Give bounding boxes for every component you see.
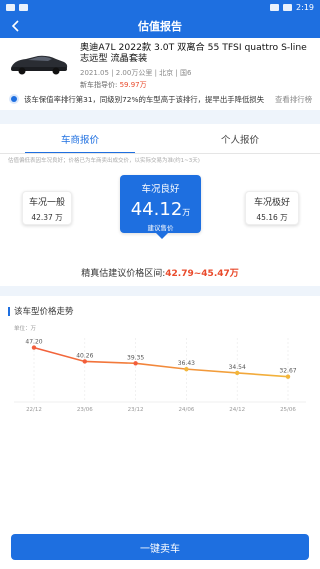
chart-x-tick: 23/12 [128, 407, 144, 413]
sell-car-button[interactable]: 一键卖车 [11, 534, 309, 560]
rank-link[interactable]: 查看排行榜 [275, 94, 312, 105]
condition-excellent-price: 45.16 万 [256, 213, 288, 222]
condition-fair-card[interactable]: 车况一般 42.37 万 [22, 191, 72, 225]
page-title: 估值报告 [138, 20, 182, 33]
condition-good-price-value: 44.12 [130, 199, 183, 220]
chart-point-label: 47.20 [25, 339, 42, 346]
tab-dealer-quote[interactable]: 车商报价 [0, 124, 160, 154]
divider-band [0, 110, 320, 124]
trend-title-text: 该车型价格走势 [14, 307, 74, 317]
medal-icon [9, 94, 19, 104]
chart-point [82, 359, 88, 364]
condition-excellent-label: 车况极好 [253, 198, 290, 208]
chart-x-tick: 23/06 [77, 407, 93, 413]
price-range-value: 42.79~45.47万 [165, 269, 239, 279]
car-meta: 2021.05 | 2.00万公里 | 北京 | 国6 [80, 69, 192, 77]
app-icon [19, 3, 28, 11]
condition-good-label: 车况良好 [141, 184, 180, 195]
new-car-price-value: 59.97万 [119, 81, 147, 89]
status-time: 2:19 [296, 2, 314, 12]
nav-bar: 估值报告 [0, 14, 320, 38]
chart-point [285, 374, 291, 379]
condition-fair-price: 42.37 万 [31, 213, 63, 222]
new-car-price: 新车指导价: 59.97万 [80, 80, 312, 90]
condition-excellent-card[interactable]: 车况极好 45.16 万 [245, 191, 299, 225]
price-range: 精真估建议价格区间:42.79~45.47万 [0, 266, 320, 279]
chart-series-line [33, 346, 289, 378]
status-bar: 2:19 [0, 0, 320, 14]
chart-point-label: 40.26 [76, 352, 93, 359]
price-range-label: 精真估建议价格区间: [81, 269, 166, 279]
tab-personal-quote[interactable]: 个人报价 [160, 124, 320, 154]
valuation-note: 估值偏低表因车况良好；价格已为车商卖出成交价，以实际交易为准(约1~3天) [8, 158, 200, 164]
car-name: 奥迪A7L 2022款 3.0T 双离合 55 TFSI quattro S-l… [80, 42, 307, 64]
chart-point-label: 32.67 [279, 368, 296, 375]
quote-tabs: 车商报价 个人报价 [0, 124, 320, 154]
wifi-icon [270, 3, 280, 11]
car-image [11, 55, 68, 75]
rank-bar[interactable]: 该车保值率排行第31，同级别72%的车型高于该排行，提早出手降低损失 查看排行榜 [0, 90, 320, 108]
chart-x-tick: 25/06 [280, 407, 296, 413]
chart-x-tick: 24/12 [229, 407, 245, 413]
condition-good-sub: 建议售价 [147, 224, 174, 232]
title-accent-bar [8, 306, 10, 316]
divider-band-2 [0, 286, 320, 296]
trend-section-title: 该车型价格走势 [8, 305, 74, 317]
chart-point-label: 34.54 [229, 364, 246, 371]
condition-good-price: 44.12万 [120, 199, 201, 220]
condition-good-price-unit: 万 [182, 208, 191, 217]
chart-point-label: 39.35 [127, 354, 144, 361]
chart-x-tick: 22/12 [26, 407, 42, 413]
chart-unit-label: 单位：万 [14, 324, 37, 332]
chart-x-tick: 24/06 [178, 407, 194, 413]
back-button[interactable] [6, 16, 26, 36]
chart-point [31, 345, 37, 350]
new-car-price-label: 新车指导价: [80, 81, 118, 89]
notification-icon [6, 3, 15, 11]
tabs-divider [0, 153, 320, 154]
condition-good-card[interactable]: 车况良好 44.12万 建议售价 [120, 175, 201, 239]
rank-text: 该车保值率排行第31，同级别72%的车型高于该排行，提早出手降低损失 [24, 94, 265, 104]
chevron-left-icon [11, 20, 19, 32]
battery-icon [283, 3, 293, 11]
chart-point-label: 36.43 [178, 360, 195, 367]
price-trend-chart: 单位：万 47.20 40.26 39.35 36.43 34.54 32.67 22/1… [14, 324, 306, 413]
chart-point [133, 361, 138, 366]
chart-point [235, 370, 240, 376]
car-card: 奥迪A7L 2022款 3.0T 双离合 55 TFSI quattro S-l… [0, 38, 320, 90]
chart-point [184, 366, 189, 372]
condition-fair-label: 车况一般 [28, 198, 65, 208]
selected-pointer [156, 233, 168, 239]
